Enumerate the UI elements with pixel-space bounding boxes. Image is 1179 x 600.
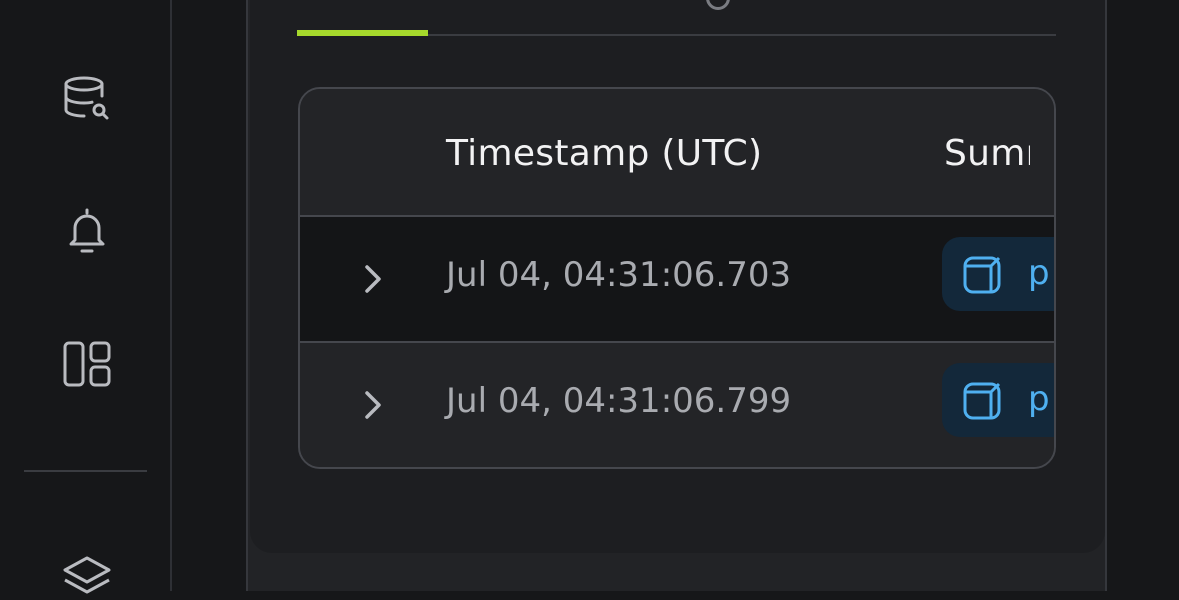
cube-icon xyxy=(963,256,1001,294)
tab-active-indicator[interactable] xyxy=(297,30,428,36)
cube-icon xyxy=(963,382,1001,420)
database-search-icon[interactable] xyxy=(62,74,112,124)
summary-pill[interactable]: p xyxy=(942,363,1054,437)
layers-icon[interactable] xyxy=(62,550,112,600)
bell-icon[interactable] xyxy=(62,206,112,256)
row-timestamp: Jul 04, 04:31:06.703 xyxy=(446,255,792,295)
chevron-right-icon[interactable] xyxy=(358,261,388,297)
events-table: Timestamp (UTC) Summ Jul 04, 04:31:06.70… xyxy=(298,87,1056,469)
summary-text: p xyxy=(1028,253,1050,293)
chevron-right-icon[interactable] xyxy=(358,387,388,423)
layout-grid-icon[interactable] xyxy=(62,339,112,389)
summary-pill[interactable]: p xyxy=(942,237,1054,311)
column-header-timestamp[interactable]: Timestamp (UTC) xyxy=(446,133,762,174)
column-header-summary[interactable]: Summ xyxy=(944,133,1030,174)
table-row[interactable]: Jul 04, 04:31:06.799 p xyxy=(300,343,1054,467)
table-header: Timestamp (UTC) Summ xyxy=(300,89,1054,217)
table-row[interactable]: Jul 04, 04:31:06.703 p xyxy=(300,217,1054,343)
row-timestamp: Jul 04, 04:31:06.799 xyxy=(446,381,792,421)
sidebar xyxy=(0,0,172,594)
summary-text: p xyxy=(1028,379,1050,419)
sidebar-divider xyxy=(24,470,147,472)
